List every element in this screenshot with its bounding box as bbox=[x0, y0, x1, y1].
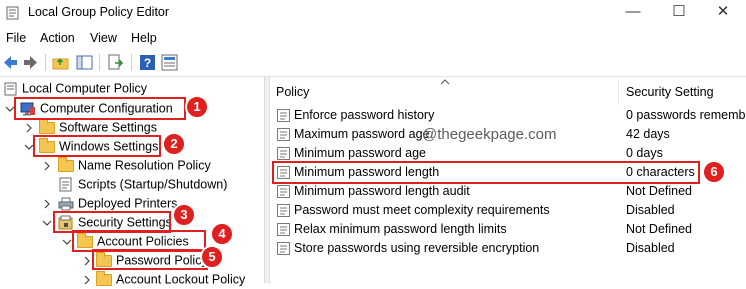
policy-setting-icon bbox=[277, 204, 290, 217]
policy-setting-value: Disabled bbox=[626, 203, 675, 217]
collapsed-chevron-icon[interactable] bbox=[82, 275, 92, 285]
policy-setting-icon bbox=[277, 185, 290, 198]
table-row[interactable]: Store passwords using reversible encrypt… bbox=[270, 239, 746, 258]
expanded-chevron-icon[interactable] bbox=[42, 218, 52, 228]
policy-setting-icon bbox=[277, 128, 290, 141]
tree-node-account-lockout-policy[interactable]: Account Lockout Policy bbox=[96, 270, 245, 288]
properties-icon[interactable] bbox=[161, 54, 178, 71]
folder-icon bbox=[96, 270, 112, 286]
toolbar: ? bbox=[0, 49, 746, 77]
policy-setting-icon bbox=[277, 147, 290, 160]
export-list-icon[interactable] bbox=[107, 54, 124, 71]
tree-node-label: Name Resolution Policy bbox=[78, 158, 211, 173]
title-bar: Local Group Policy Editor — ☐ ✕ bbox=[0, 0, 746, 26]
back-arrow-icon[interactable] bbox=[2, 54, 19, 71]
toolbar-separator bbox=[99, 54, 100, 71]
scripts-icon bbox=[59, 177, 72, 192]
sort-arrow-icon bbox=[440, 79, 450, 85]
policy-setting-value: Not Defined bbox=[626, 222, 693, 236]
forward-arrow-icon[interactable] bbox=[22, 54, 39, 71]
annotation-badge: 3 bbox=[172, 203, 196, 227]
policy-setting-icon bbox=[277, 242, 290, 255]
highlight-box bbox=[14, 97, 186, 120]
policy-setting-value: 42 days bbox=[626, 127, 670, 141]
group-policy-app-icon bbox=[6, 6, 19, 20]
tree-node-deployed-printers[interactable]: Deployed Printers bbox=[58, 194, 177, 212]
folder-icon bbox=[39, 118, 55, 134]
policy-setting-value: Disabled bbox=[626, 241, 675, 255]
tree-node-local-computer-policy[interactable]: Local Computer Policy bbox=[4, 79, 147, 97]
collapsed-chevron-icon[interactable] bbox=[82, 256, 92, 266]
column-divider[interactable] bbox=[618, 81, 619, 105]
highlight-box bbox=[33, 135, 161, 157]
tree-node-software-settings[interactable]: Software Settings bbox=[39, 118, 157, 136]
table-row[interactable]: Password must meet complexity requiremen… bbox=[270, 201, 746, 220]
menu-view[interactable]: View bbox=[90, 31, 117, 45]
console-tree-pane: Local Computer Policy Computer Configura… bbox=[0, 77, 264, 287]
highlight-box bbox=[92, 249, 208, 270]
annotation-badge: 1 bbox=[185, 95, 209, 119]
policy-name: Password must meet complexity requiremen… bbox=[294, 203, 550, 217]
annotation-badge: 4 bbox=[210, 222, 234, 246]
table-row[interactable]: Minimum password length audit Not Define… bbox=[270, 182, 746, 201]
folder-icon bbox=[58, 156, 74, 172]
tree-node-label: Deployed Printers bbox=[78, 196, 178, 211]
annotation-badge: 6 bbox=[702, 160, 726, 184]
up-folder-icon[interactable] bbox=[52, 54, 69, 71]
collapsed-chevron-icon[interactable] bbox=[42, 199, 52, 209]
policy-setting-value: 0 passwords remembe bbox=[626, 108, 746, 122]
expanded-chevron-icon[interactable] bbox=[62, 237, 72, 247]
policy-setting-icon bbox=[277, 109, 290, 122]
annotation-badge: 2 bbox=[162, 132, 186, 156]
tree-node-label: Software Settings bbox=[59, 120, 157, 135]
toolbar-separator bbox=[131, 54, 132, 71]
policy-name: Enforce password history bbox=[294, 108, 435, 122]
watermark: @thegeekpage.com bbox=[422, 126, 557, 143]
policy-name: Minimum password length audit bbox=[294, 184, 470, 198]
policy-name: Relax minimum password length limits bbox=[294, 222, 507, 236]
table-row[interactable]: Relax minimum password length limits Not… bbox=[270, 220, 746, 239]
show-hide-tree-icon[interactable] bbox=[76, 54, 93, 71]
policy-document-icon bbox=[4, 82, 17, 96]
svg-text:?: ? bbox=[144, 56, 151, 70]
highlight-box bbox=[272, 161, 700, 184]
tree-node-name-resolution-policy[interactable]: Name Resolution Policy bbox=[58, 156, 211, 174]
policy-name: Store passwords using reversible encrypt… bbox=[294, 241, 540, 255]
details-pane: Policy Security Setting Enforce password… bbox=[270, 77, 746, 283]
minimize-button[interactable]: — bbox=[610, 0, 656, 26]
close-button[interactable]: ✕ bbox=[700, 0, 746, 26]
tree-node-label: Scripts (Startup/Shutdown) bbox=[78, 177, 228, 192]
column-header-security-setting[interactable]: Security Setting bbox=[626, 85, 714, 99]
collapsed-chevron-icon[interactable] bbox=[42, 161, 52, 171]
table-row[interactable]: Enforce password history 0 passwords rem… bbox=[270, 106, 746, 125]
policy-setting-value: Not Defined bbox=[626, 184, 693, 198]
collapsed-chevron-icon[interactable] bbox=[24, 123, 34, 133]
maximize-button[interactable]: ☐ bbox=[656, 0, 702, 26]
policy-setting-icon bbox=[277, 223, 290, 236]
menu-file[interactable]: File bbox=[6, 31, 26, 45]
toolbar-separator bbox=[45, 54, 46, 71]
tree-node-scripts[interactable]: Scripts (Startup/Shutdown) bbox=[58, 175, 227, 193]
tree-node-label: Account Lockout Policy bbox=[116, 272, 246, 287]
window-title: Local Group Policy Editor bbox=[28, 5, 170, 19]
column-header-policy[interactable]: Policy bbox=[276, 85, 309, 99]
tree-node-label: Local Computer Policy bbox=[22, 81, 148, 96]
policy-name: Maximum password age bbox=[294, 127, 430, 141]
menu-action[interactable]: Action bbox=[40, 31, 75, 45]
printer-icon bbox=[58, 197, 74, 211]
annotation-badge: 5 bbox=[200, 245, 224, 269]
menu-help[interactable]: Help bbox=[131, 31, 157, 45]
menu-bar: File Action View Help bbox=[0, 27, 746, 49]
help-icon[interactable]: ? bbox=[139, 54, 156, 71]
